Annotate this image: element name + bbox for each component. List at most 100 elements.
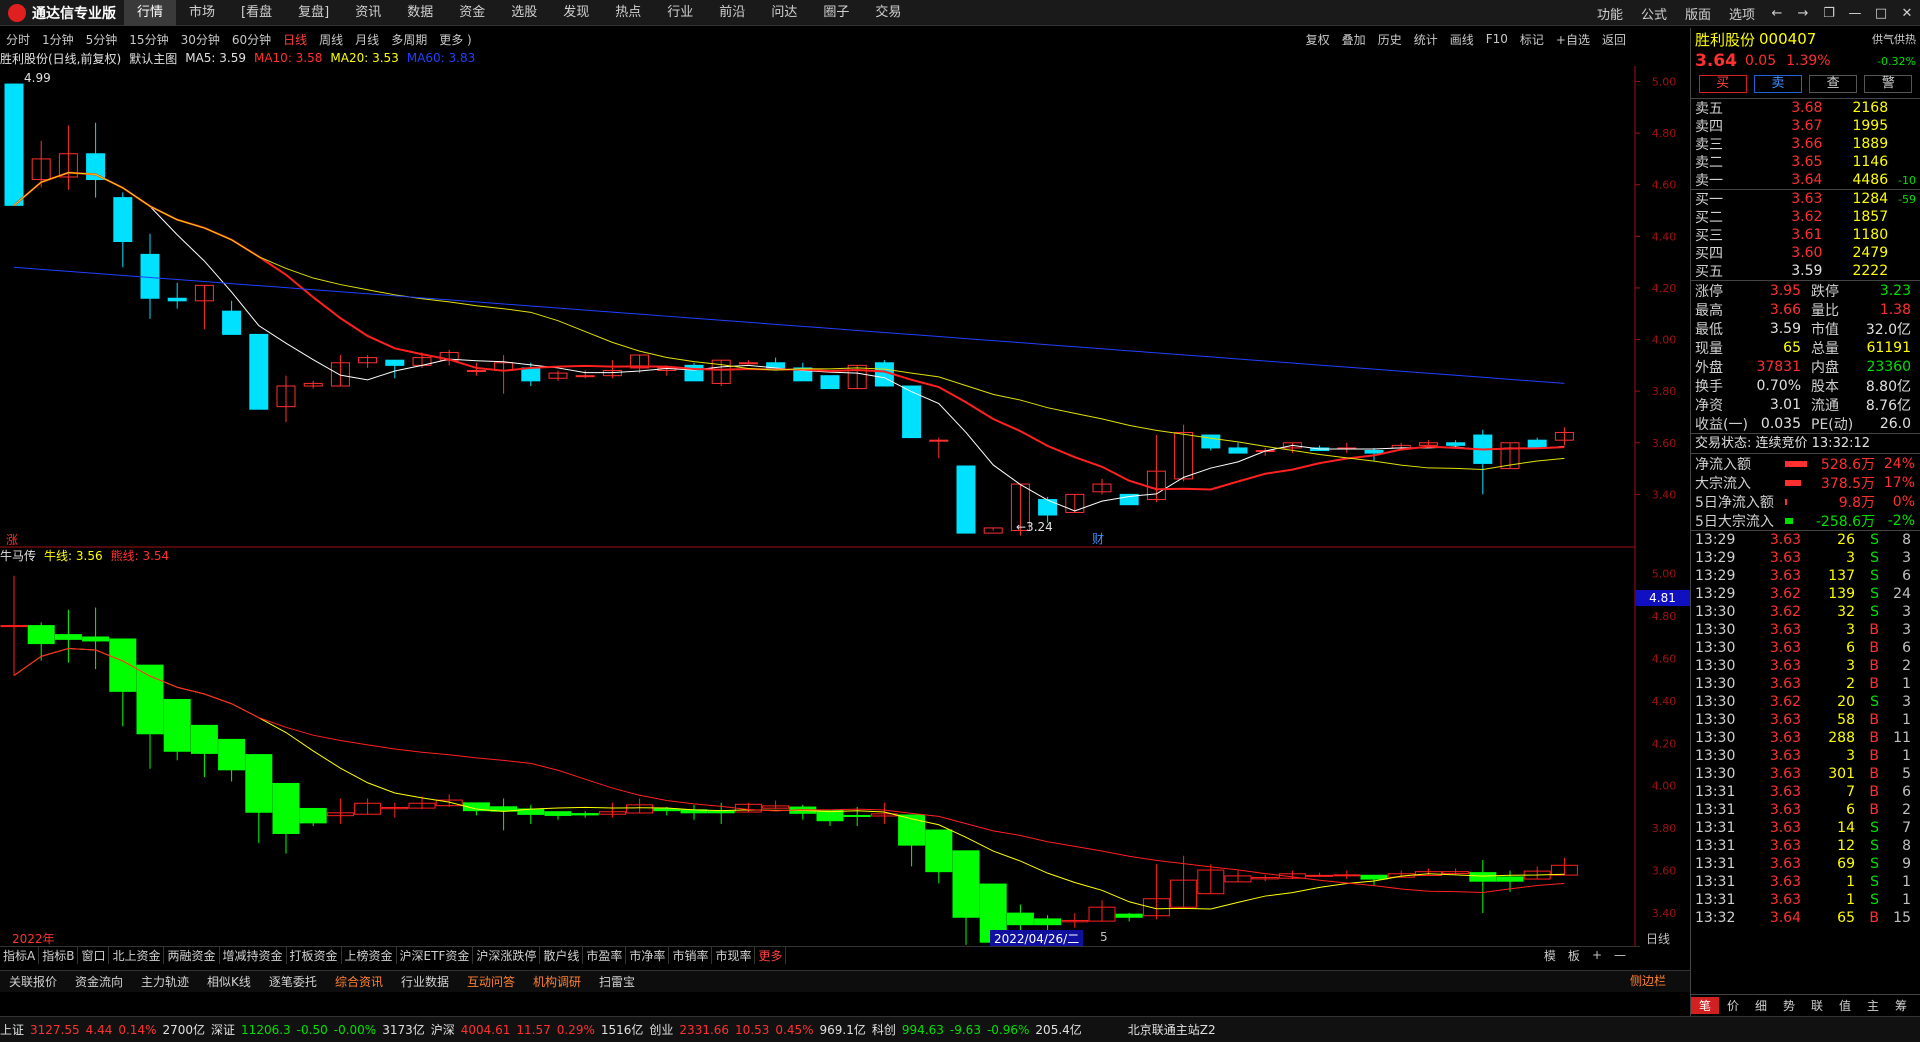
- period-tab[interactable]: 60分钟: [226, 31, 277, 48]
- window-button-icon[interactable]: ✕: [1894, 6, 1920, 21]
- indicator-tab[interactable]: 市销率: [669, 947, 713, 964]
- top-right-item[interactable]: 功能: [1588, 4, 1632, 23]
- indicator-tab[interactable]: 上榜资金: [342, 947, 397, 964]
- period-tab[interactable]: 5分钟: [80, 31, 124, 48]
- top-right-item[interactable]: 版面: [1676, 4, 1720, 23]
- bottom-tab[interactable]: 综合资讯: [326, 973, 392, 990]
- indicator-tab[interactable]: 打板资金: [287, 947, 342, 964]
- kline-chart[interactable]: 5.00 4.80 4.60 4.40 4.20 4.00 3.80 3.60 3.40 5.00…: [0, 66, 1690, 946]
- chart-tool-button[interactable]: 复权: [1300, 31, 1336, 48]
- indicator-tab[interactable]: 北上资金: [109, 947, 165, 964]
- chart-tool-button[interactable]: +自选: [1550, 31, 1596, 48]
- menu-item[interactable]: 数据: [394, 0, 446, 26]
- index-cy-field[interactable]: 创业: [649, 1021, 673, 1038]
- order-book-row[interactable]: 买二 3.62 1857: [1691, 208, 1920, 226]
- indicator-tab[interactable]: 窗口: [78, 947, 110, 964]
- indicator-tab[interactable]: 市盈率: [583, 947, 627, 964]
- trade-button[interactable]: 警: [1864, 75, 1913, 93]
- menu-item[interactable]: 发现: [550, 0, 602, 26]
- chart-tool-button[interactable]: 历史: [1372, 31, 1408, 48]
- menu-item[interactable]: [看盘: [228, 0, 285, 26]
- top-right-item[interactable]: 公式: [1632, 4, 1676, 23]
- period-tab[interactable]: 周线: [313, 31, 349, 48]
- menu-item[interactable]: 选股: [498, 0, 550, 26]
- bottom-tab[interactable]: 关联报价: [0, 973, 66, 990]
- menu-item[interactable]: 问达: [758, 0, 810, 26]
- period-tab[interactable]: 15分钟: [123, 31, 174, 48]
- indicator-control[interactable]: +: [1586, 948, 1608, 962]
- menu-item[interactable]: 行情: [124, 0, 177, 26]
- finance-marker[interactable]: 财: [1092, 532, 1104, 546]
- period-tab[interactable]: 1分钟: [36, 31, 80, 48]
- period-tab[interactable]: 多周期: [385, 31, 433, 48]
- menu-item[interactable]: 市场: [176, 0, 228, 26]
- bottom-tab[interactable]: 机构调研: [524, 973, 590, 990]
- indicator-tab[interactable]: 散户线: [540, 947, 584, 964]
- indicator-tab[interactable]: 市净率: [626, 947, 670, 964]
- chart-tool-button[interactable]: 标记: [1514, 31, 1550, 48]
- quote-tab[interactable]: 主: [1859, 997, 1887, 1014]
- menu-item[interactable]: 前沿: [706, 0, 758, 26]
- menu-item[interactable]: 资讯: [342, 0, 394, 26]
- index-sz-field[interactable]: 深证: [211, 1021, 235, 1038]
- order-book-row[interactable]: 卖五 3.68 2168: [1691, 99, 1920, 117]
- menu-item[interactable]: 热点: [602, 0, 654, 26]
- trade-button[interactable]: 查: [1809, 75, 1858, 93]
- indicator-tab[interactable]: 市现率: [712, 947, 756, 964]
- index-sh-field[interactable]: 上证: [0, 1021, 24, 1038]
- window-button-icon[interactable]: □: [1868, 6, 1894, 21]
- indicator-tab[interactable]: 沪深ETF资金: [397, 947, 474, 964]
- indicator-control[interactable]: 板: [1562, 947, 1586, 964]
- indicator-control[interactable]: 模: [1538, 947, 1562, 964]
- bottom-tab[interactable]: 主力轨迹: [132, 973, 198, 990]
- sidebar-toggle[interactable]: 侧边栏: [1630, 970, 1666, 992]
- indicator-tab[interactable]: 沪深涨跌停: [473, 947, 541, 964]
- tick-list[interactable]: 13:29 3.63 26 S 8 13:29 3.63 3 S 3 13:29 3.63 137 S 6 1…: [1691, 530, 1920, 927]
- quote-tab[interactable]: 价: [1719, 997, 1747, 1014]
- indicator-tab[interactable]: 更多: [755, 947, 787, 964]
- quote-tab[interactable]: 筹: [1887, 997, 1915, 1014]
- order-book-row[interactable]: 买一 3.63 1284 -59: [1691, 190, 1920, 208]
- window-button-icon[interactable]: →: [1790, 6, 1816, 21]
- order-book-row[interactable]: 买五 3.59 2222: [1691, 262, 1920, 280]
- indicator-tab[interactable]: 指标B: [39, 947, 79, 964]
- server-name[interactable]: 北京联通主站Z2: [1128, 1021, 1216, 1038]
- chart-tool-button[interactable]: 统计: [1408, 31, 1444, 48]
- window-button-icon[interactable]: ❐: [1816, 6, 1842, 21]
- trade-button[interactable]: 卖: [1753, 75, 1802, 93]
- indicator-tab[interactable]: 增减持资金: [220, 947, 287, 964]
- order-book-row[interactable]: 卖一 3.64 4486 -10: [1691, 171, 1920, 189]
- window-button-icon[interactable]: —: [1842, 6, 1868, 21]
- index-kc-field[interactable]: 科创: [872, 1021, 896, 1038]
- menu-item[interactable]: 交易: [862, 0, 914, 26]
- bottom-tab[interactable]: 扫雷宝: [590, 973, 644, 990]
- order-book-row[interactable]: 买四 3.60 2479: [1691, 244, 1920, 262]
- order-book-row[interactable]: 卖三 3.66 1889: [1691, 135, 1920, 153]
- order-book-row[interactable]: 买三 3.61 1180: [1691, 226, 1920, 244]
- quote-tab[interactable]: 联: [1803, 997, 1831, 1014]
- bottom-tab[interactable]: 资金流向: [66, 973, 132, 990]
- quote-tab[interactable]: 笔: [1691, 997, 1719, 1014]
- top-right-item[interactable]: 选项: [1720, 4, 1764, 23]
- indicator-tab[interactable]: 两融资金: [164, 947, 220, 964]
- bottom-tab[interactable]: 行业数据: [392, 973, 458, 990]
- order-book-row[interactable]: 卖二 3.65 1146: [1691, 153, 1920, 171]
- order-book-row[interactable]: 卖四 3.67 1995: [1691, 117, 1920, 135]
- quote-tab[interactable]: 细: [1747, 997, 1775, 1014]
- menu-item[interactable]: 圈子: [810, 0, 862, 26]
- chart-tool-button[interactable]: 叠加: [1336, 31, 1372, 48]
- indicator-control[interactable]: —: [1608, 948, 1632, 962]
- main-template-selector[interactable]: 默认主图: [129, 50, 177, 67]
- sector-badge[interactable]: 供气供热: [1872, 31, 1916, 47]
- quote-tab[interactable]: 值: [1831, 997, 1859, 1014]
- chart-tool-button[interactable]: 返回: [1596, 31, 1632, 48]
- menu-item[interactable]: 行业: [654, 0, 706, 26]
- period-tab[interactable]: 30分钟: [175, 31, 226, 48]
- window-button-icon[interactable]: ←: [1764, 6, 1790, 21]
- chart-tool-button[interactable]: 画线: [1444, 31, 1480, 48]
- index-hs-field[interactable]: 沪深: [431, 1021, 455, 1038]
- trade-button[interactable]: 买: [1698, 75, 1747, 93]
- menu-item[interactable]: 复盘]: [285, 0, 342, 26]
- quote-tab[interactable]: 势: [1775, 997, 1803, 1014]
- period-tab[interactable]: 日线: [277, 31, 313, 48]
